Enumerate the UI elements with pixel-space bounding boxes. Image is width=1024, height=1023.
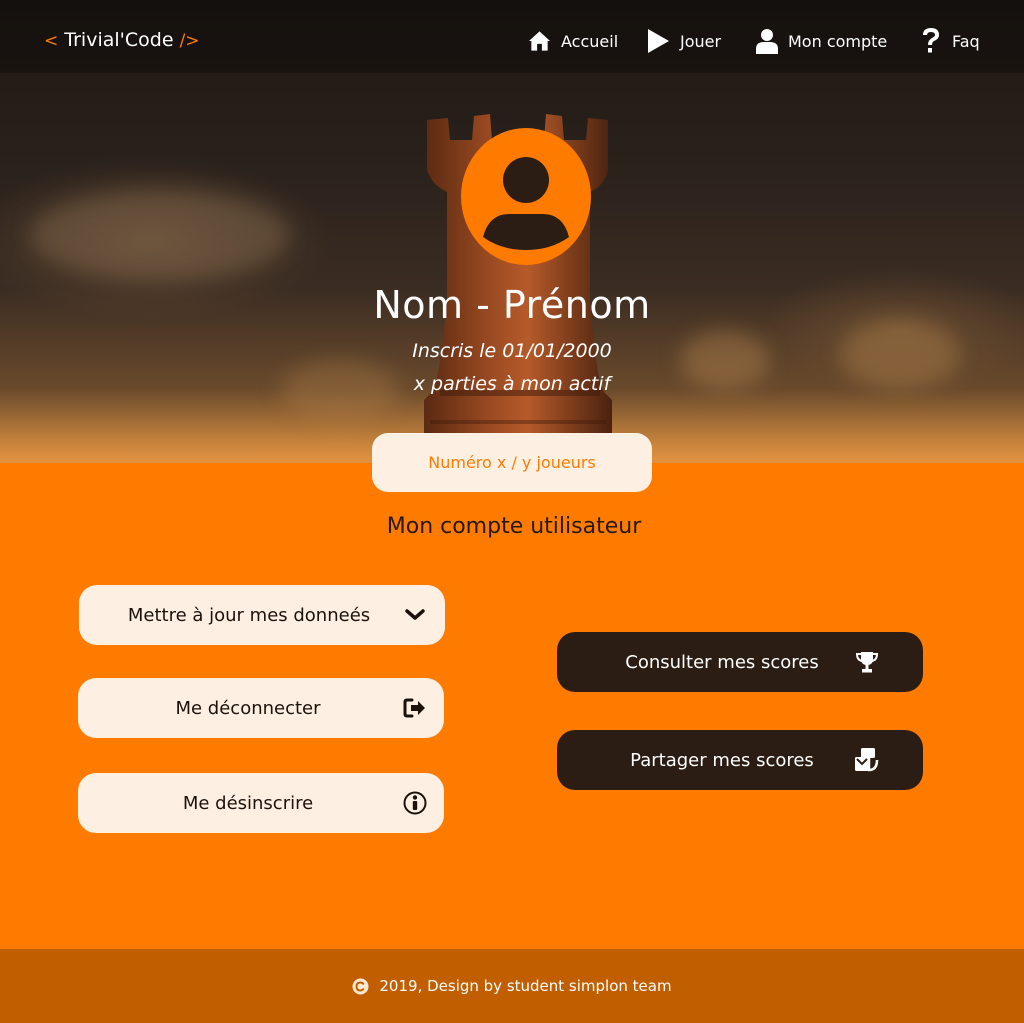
share-scores-button[interactable]: Partager mes scores xyxy=(557,730,923,790)
update-data-label: Mettre à jour mes donneés xyxy=(127,604,371,626)
top-navbar: < Trivial'Code /> Accueil Jouer Mon comp… xyxy=(0,0,1024,73)
site-logo[interactable]: < Trivial'Code /> xyxy=(44,29,200,51)
nav-label-jouer: Jouer xyxy=(680,31,722,51)
logo-bracket-open: < xyxy=(44,31,59,51)
view-scores-button[interactable]: Consulter mes scores xyxy=(557,632,923,692)
sign-out-icon xyxy=(403,698,427,718)
share-icon xyxy=(853,746,879,774)
play-icon xyxy=(648,29,669,53)
nav-item-accueil[interactable]: Accueil xyxy=(528,26,618,56)
nav-item-faq[interactable]: Faq xyxy=(920,26,980,56)
unsubscribe-label: Me désinscrire xyxy=(182,792,314,814)
trophy-icon xyxy=(855,650,879,674)
profile-games-count: x parties à mon actif xyxy=(413,373,611,395)
logo-bracket-close: /> xyxy=(179,31,200,51)
user-icon xyxy=(756,29,778,54)
logout-label: Me déconnecter xyxy=(175,697,321,719)
nav-label-accueil: Accueil xyxy=(561,31,619,51)
account-section-title: Mon compte utilisateur xyxy=(386,514,642,539)
nav-item-jouer[interactable]: Jouer xyxy=(646,26,721,56)
question-icon xyxy=(923,28,939,53)
logout-button[interactable]: Me déconnecter xyxy=(78,678,444,738)
nav-item-mon-compte[interactable]: Mon compte xyxy=(756,26,887,56)
nav-label-faq: Faq xyxy=(952,31,980,51)
player-rank-text: Numéro x / y joueurs xyxy=(428,453,596,472)
home-icon xyxy=(528,31,551,51)
info-circle-icon xyxy=(403,791,427,815)
view-scores-label: Consulter mes scores xyxy=(625,651,819,673)
user-circle-icon xyxy=(461,128,591,265)
unsubscribe-button[interactable]: Me désinscrire xyxy=(78,773,444,833)
chevron-down-icon xyxy=(405,609,425,621)
player-rank-badge: Numéro x / y joueurs xyxy=(372,433,652,492)
logo-text: Trivial'Code xyxy=(64,29,174,51)
profile-registered-date: Inscris le 01/01/2000 xyxy=(412,340,612,362)
nav-label-mon-compte: Mon compte xyxy=(788,31,888,51)
page-footer: 2019, Design by student simplon team xyxy=(0,949,1024,1023)
update-data-button[interactable]: Mettre à jour mes donneés xyxy=(79,585,445,645)
share-scores-label: Partager mes scores xyxy=(630,749,814,771)
copyright-icon xyxy=(352,978,369,994)
footer-text: 2019, Design by student simplon team xyxy=(379,977,672,995)
profile-name: Nom - Prénom xyxy=(373,283,651,327)
